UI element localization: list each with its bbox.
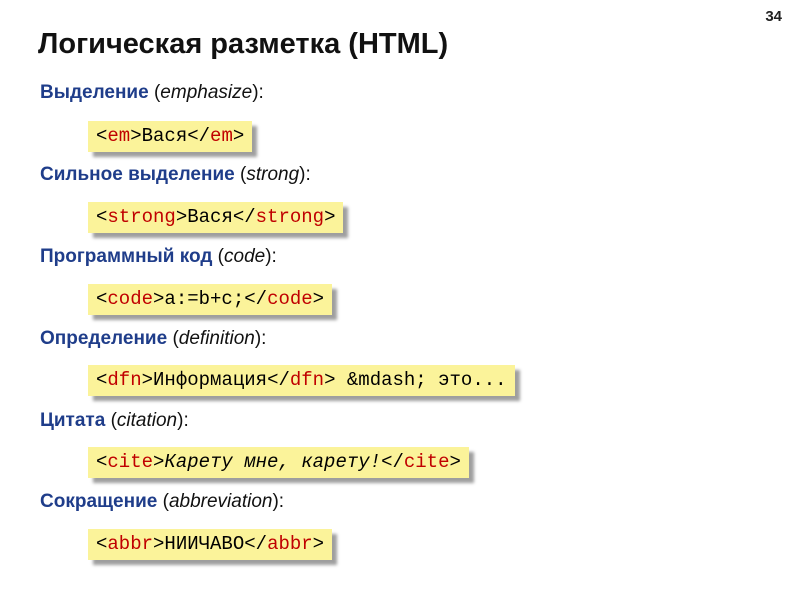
code-open-tag: code xyxy=(107,288,154,310)
code-close-lt: </ xyxy=(244,533,268,555)
code-lt: < xyxy=(96,533,108,555)
label-en: definition xyxy=(178,328,255,349)
code-open-tag: strong xyxy=(107,206,176,228)
code-lt: < xyxy=(96,288,108,310)
code-close-tag: dfn xyxy=(289,369,325,391)
label-en: emphasize xyxy=(160,82,253,103)
code-close-lt: </ xyxy=(232,206,256,228)
code-gt: > xyxy=(175,206,188,228)
label-paren-close: ): xyxy=(265,246,277,267)
code-open-tag: dfn xyxy=(107,369,142,391)
label-ru: Программный код xyxy=(40,246,213,267)
label-abbreviation: Сокращение (abbreviation): xyxy=(40,491,284,513)
code-close-tag: abbr xyxy=(267,533,313,555)
code-lt: < xyxy=(96,451,108,473)
code-content: Информация xyxy=(153,369,268,391)
code-box-code: <code>a:=b+c;</code> xyxy=(88,284,333,315)
code-close-lt: </ xyxy=(244,288,268,310)
label-ru: Сильное выделение xyxy=(40,164,235,185)
code-box-abbr: <abbr>НИИЧАВО</abbr> xyxy=(88,529,333,560)
code-close-tag: strong xyxy=(255,206,325,228)
code-gt: > xyxy=(153,288,165,310)
label-paren-open: ( xyxy=(212,246,225,267)
label-paren-close: ): xyxy=(252,82,264,103)
code-gt: > xyxy=(153,533,165,555)
code-content: Карету мне, карету! xyxy=(164,451,382,473)
code-close-lt: </ xyxy=(187,125,211,147)
code-gt: > xyxy=(141,369,154,391)
code-close-lt: </ xyxy=(267,369,290,391)
code-lt: < xyxy=(96,206,108,228)
code-close-lt: </ xyxy=(381,451,404,473)
label-en: code xyxy=(224,246,266,267)
label-paren-close: ): xyxy=(177,410,189,431)
code-gt: > xyxy=(130,125,142,147)
page-number: 34 xyxy=(765,8,782,25)
label-code: Программный код (code): xyxy=(40,246,277,268)
code-tail: > xyxy=(312,533,325,555)
label-emphasize: Выделение (emphasize): xyxy=(40,82,264,104)
code-close-tag: cite xyxy=(403,451,450,473)
code-tail: > &mdash; это... xyxy=(324,369,507,391)
code-lt: < xyxy=(96,125,108,147)
code-tail: > xyxy=(449,451,461,473)
code-box-dfn: <dfn>Информация</dfn> &mdash; это... xyxy=(88,365,515,396)
code-content: Вася xyxy=(141,125,188,147)
label-paren-open: ( xyxy=(167,328,179,349)
code-lt: < xyxy=(96,369,108,391)
code-tail: > xyxy=(232,125,245,147)
label-en: citation xyxy=(116,410,178,431)
code-close-tag: code xyxy=(267,288,313,310)
label-strong: Сильное выделение (strong): xyxy=(40,164,311,186)
code-box-em: <em>Вася</em> xyxy=(88,121,253,152)
label-ru: Определение xyxy=(40,328,168,349)
label-paren-close: ): xyxy=(254,328,267,349)
label-paren-open: ( xyxy=(105,410,117,431)
code-box-cite: <cite>Карету мне, карету!</cite> xyxy=(88,447,469,478)
slide-title: Логическая разметка (HTML) xyxy=(38,28,449,60)
label-paren-close: ): xyxy=(299,164,311,185)
code-content: НИИЧАВО xyxy=(164,533,245,555)
code-content: Вася xyxy=(187,206,233,228)
code-open-tag: em xyxy=(107,125,131,147)
code-gt: > xyxy=(153,451,165,473)
label-ru: Сокращение xyxy=(40,491,158,512)
label-en: abbreviation xyxy=(168,491,273,512)
label-ru: Цитата xyxy=(40,410,106,431)
label-paren-open: ( xyxy=(234,164,247,185)
label-paren-open: ( xyxy=(157,491,169,512)
label-paren-open: ( xyxy=(148,82,161,103)
label-en: strong xyxy=(246,164,300,185)
label-ru: Выделение xyxy=(40,82,149,103)
code-open-tag: abbr xyxy=(107,533,154,555)
code-close-tag: em xyxy=(210,125,233,147)
code-open-tag: cite xyxy=(107,451,154,473)
code-tail: > xyxy=(312,288,325,310)
label-citation: Цитата (citation): xyxy=(40,410,189,432)
code-content: a:=b+c; xyxy=(164,288,245,310)
code-tail: > xyxy=(324,206,336,228)
code-box-strong: <strong>Вася</strong> xyxy=(88,202,344,233)
label-paren-close: ): xyxy=(272,491,285,512)
label-definition: Определение (definition): xyxy=(40,328,266,350)
